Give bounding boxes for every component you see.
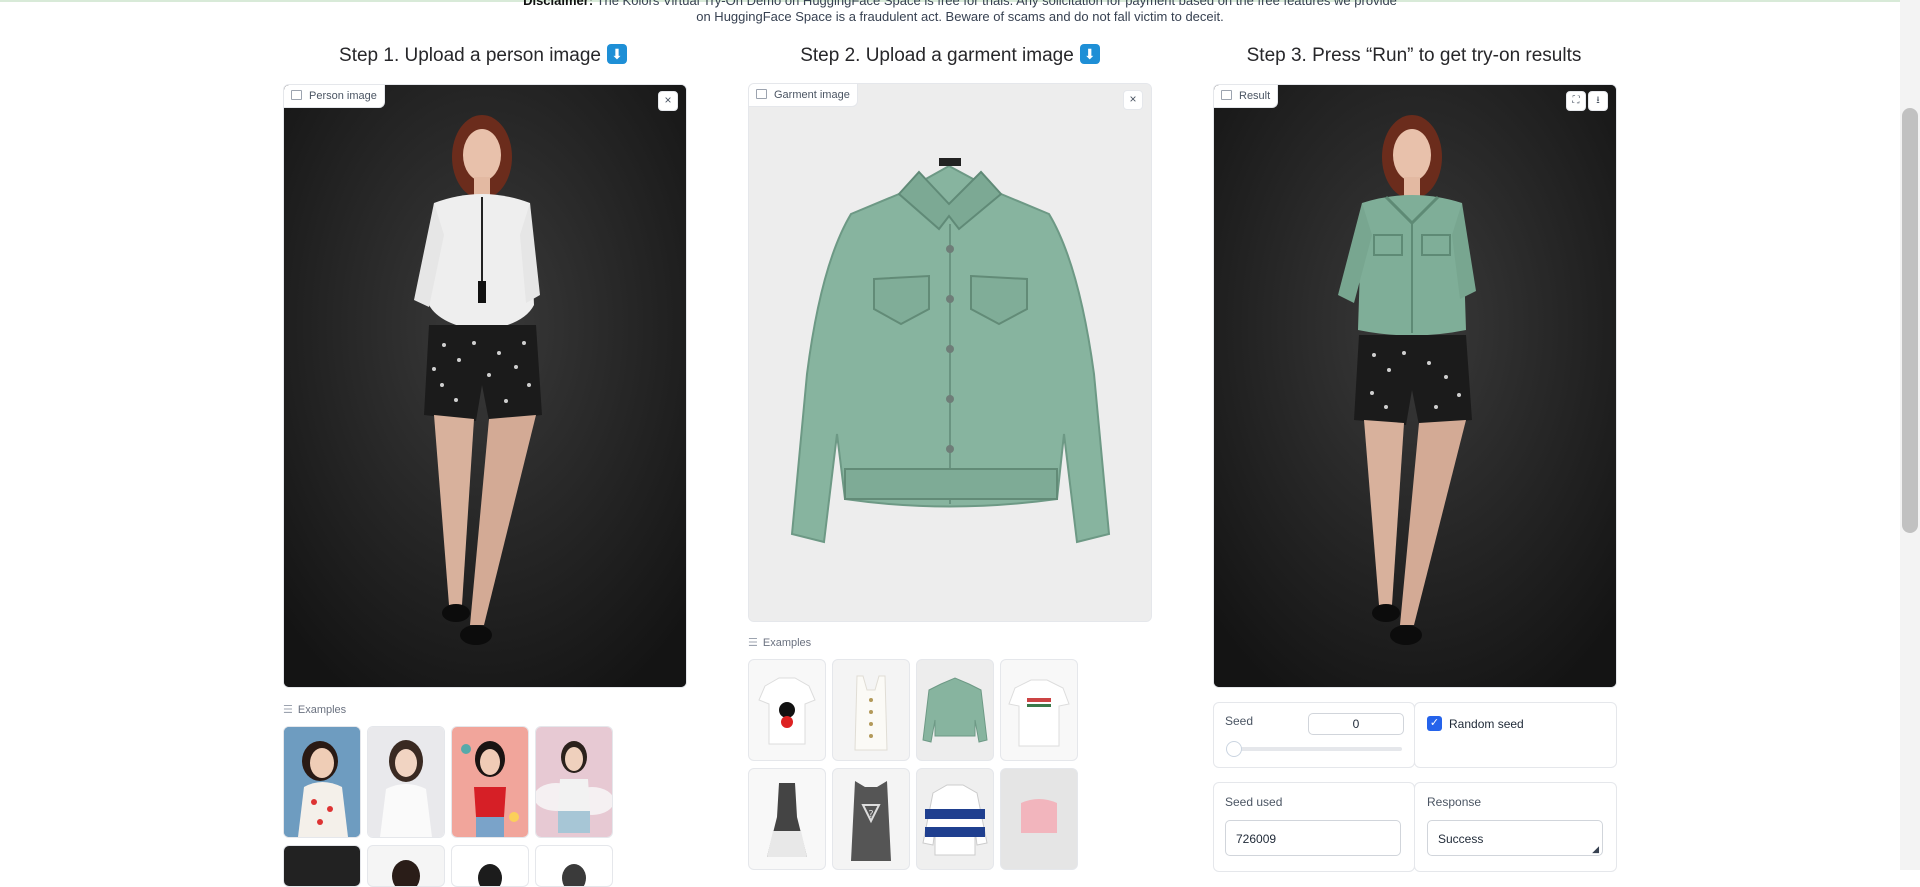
person-example-1-photo xyxy=(284,727,360,837)
image-icon xyxy=(1221,90,1232,100)
svg-text:?: ? xyxy=(868,809,873,820)
person-image-label-text: Person image xyxy=(309,90,377,102)
garment-example-8[interactable] xyxy=(1000,768,1078,870)
garment-example-1[interactable] xyxy=(748,659,826,761)
person-example-6-photo xyxy=(392,860,420,886)
person-example-2-photo xyxy=(368,727,444,837)
seed-slider-track[interactable] xyxy=(1226,747,1402,751)
person-examples-label: ☰ Examples xyxy=(283,703,346,717)
response-card: Response Success ◢ xyxy=(1414,782,1617,872)
list-icon: ☰ xyxy=(748,637,758,649)
garment-example-3-photo xyxy=(922,677,988,743)
seed-label: Seed xyxy=(1225,714,1254,728)
result-photo xyxy=(1214,85,1616,687)
download-button[interactable]: ⭳ xyxy=(1588,91,1608,111)
person-example-8-photo xyxy=(562,864,586,886)
step1-title-text: Step 1. Upload a person image xyxy=(339,45,601,66)
seed-used-label: Seed used xyxy=(1225,795,1283,809)
garment-example-5-photo xyxy=(767,783,807,857)
fullscreen-icon: ⛶ xyxy=(1572,95,1580,106)
person-image-label: Person image xyxy=(284,85,385,108)
random-seed-checkbox[interactable]: ✓ xyxy=(1427,716,1442,731)
step1-title: Step 1. Upload a person image ⬇ xyxy=(283,43,683,69)
resize-handle-icon[interactable]: ◢ xyxy=(1592,844,1599,854)
garment-example-6-photo: ? xyxy=(851,781,891,861)
step2-title-text: Step 2. Upload a garment image xyxy=(800,45,1074,66)
garment-example-5[interactable] xyxy=(748,768,826,870)
seed-used-field[interactable]: 726009 xyxy=(1225,820,1401,856)
garment-photo xyxy=(749,84,1151,621)
disclaimer-text: The Kolors Virtual Try-On Demo on Huggin… xyxy=(593,0,1397,8)
seed-card: Seed 0 xyxy=(1213,702,1415,768)
scrollbar-thumb[interactable] xyxy=(1902,108,1918,533)
seed-slider-thumb[interactable] xyxy=(1226,741,1242,757)
response-field[interactable]: Success ◢ xyxy=(1427,820,1603,856)
garment-example-2[interactable] xyxy=(832,659,910,761)
random-seed-card: ✓ Random seed xyxy=(1414,702,1617,768)
garment-examples-label: ☰ Examples xyxy=(748,636,811,650)
garment-example-1-photo xyxy=(758,677,816,745)
response-text: Success xyxy=(1438,832,1484,846)
garment-example-7-photo xyxy=(922,784,988,856)
person-example-7-photo xyxy=(478,864,502,886)
result-label: Result xyxy=(1214,85,1279,108)
close-icon: × xyxy=(664,93,672,107)
person-example-8[interactable] xyxy=(535,845,613,887)
fullscreen-button[interactable]: ⛶ xyxy=(1566,91,1586,111)
garment-example-8-photo xyxy=(1021,799,1057,833)
result-label-text: Result xyxy=(1239,90,1271,102)
person-examples-label-text: Examples xyxy=(297,704,347,716)
person-example-2[interactable] xyxy=(367,726,445,838)
list-icon: ☰ xyxy=(283,704,293,716)
close-icon: × xyxy=(1129,92,1137,106)
garment-example-6[interactable]: ? xyxy=(832,768,910,870)
person-image-panel[interactable]: Person image × xyxy=(283,84,687,688)
person-example-1[interactable] xyxy=(283,726,361,838)
disclaimer-line-2: on HuggingFace Space is a fraudulent act… xyxy=(696,9,1224,24)
garment-image-label-text: Garment image xyxy=(774,89,850,101)
disclaimer-bold: Disclaimer: xyxy=(523,0,594,8)
garment-example-2-photo xyxy=(854,675,888,751)
step2-title: Step 2. Upload a garment image ⬇ xyxy=(748,43,1152,69)
response-label: Response xyxy=(1427,795,1482,809)
person-example-5[interactable] xyxy=(283,845,361,887)
garment-example-7[interactable] xyxy=(916,768,994,870)
clear-garment-button[interactable]: × xyxy=(1123,90,1143,110)
down-arrow-icon: ⬇ xyxy=(1079,44,1100,64)
checkbox-icon: ✓ xyxy=(1429,717,1440,729)
download-icon: ⭳ xyxy=(1596,95,1600,106)
garment-example-4-photo xyxy=(1008,679,1070,747)
random-seed-label: Random seed xyxy=(1449,717,1524,731)
person-example-4-photo xyxy=(536,727,612,837)
person-example-3[interactable] xyxy=(451,726,529,838)
garment-image-label: Garment image xyxy=(749,84,858,107)
garment-examples-label-text: Examples xyxy=(762,637,812,649)
person-photo xyxy=(284,85,686,687)
person-example-7[interactable] xyxy=(451,845,529,887)
image-icon xyxy=(756,89,767,99)
result-panel: Result ⛶ ⭳ xyxy=(1213,84,1617,688)
seed-used-card: Seed used 726009 xyxy=(1213,782,1415,872)
person-example-3-photo xyxy=(452,727,528,837)
step3-title: Step 3. Press “Run” to get try-on result… xyxy=(1246,45,1582,66)
person-example-4[interactable] xyxy=(535,726,613,838)
garment-example-4[interactable] xyxy=(1000,659,1078,761)
image-icon xyxy=(291,90,302,100)
seed-input[interactable]: 0 xyxy=(1308,713,1404,735)
person-example-6[interactable] xyxy=(367,845,445,887)
down-arrow-icon: ⬇ xyxy=(606,44,627,64)
garment-image-panel[interactable]: Garment image × xyxy=(748,83,1152,622)
clear-person-button[interactable]: × xyxy=(658,91,678,111)
garment-example-3[interactable] xyxy=(916,659,994,761)
